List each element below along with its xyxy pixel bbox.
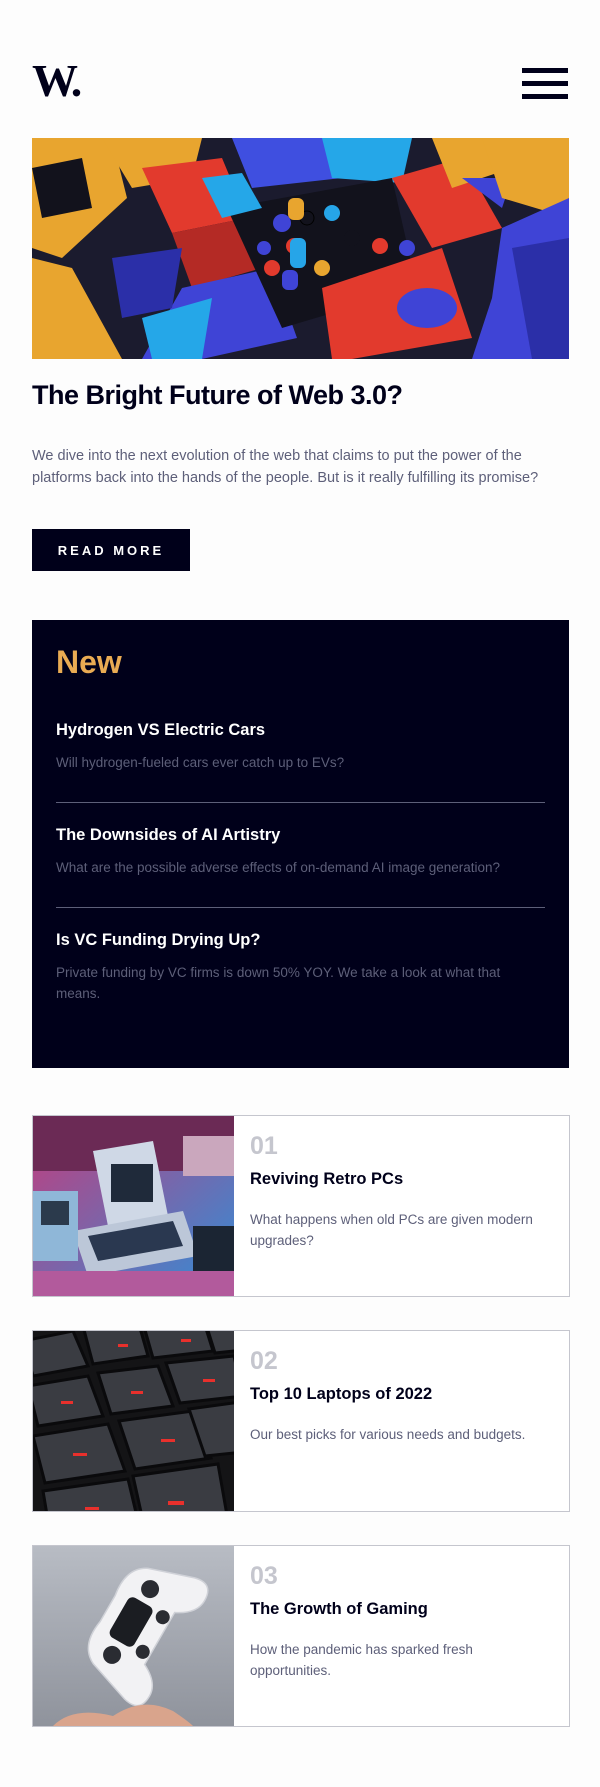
hamburger-menu-button[interactable] <box>522 68 568 100</box>
article-card[interactable]: 01 Reviving Retro PCs What happens when … <box>32 1115 570 1297</box>
new-section-heading: New <box>56 644 122 680</box>
hamburger-icon-bar <box>522 81 568 86</box>
new-item-description: Private funding by VC firms is down 50% … <box>56 965 501 1001</box>
divider <box>56 907 545 908</box>
new-item-title[interactable]: Is VC Funding Drying Up? <box>56 931 545 950</box>
hero-description: We dive into the next evolution of the w… <box>32 448 539 486</box>
svg-text:W.: W. <box>32 60 81 102</box>
article-card[interactable]: 02 Top 10 Laptops of 2022 Our best picks… <box>32 1330 570 1512</box>
hamburger-icon-bar <box>522 94 568 99</box>
divider <box>56 802 545 803</box>
article-number: 01 <box>250 1132 278 1160</box>
article-description: How the pandemic has sparked fresh oppor… <box>250 1642 473 1678</box>
page: W. The Bright Future of Web 3.0? We dive… <box>0 0 600 1787</box>
hero-image <box>32 138 569 359</box>
new-item-description: Will hydrogen-fueled cars ever catch up … <box>56 755 345 770</box>
article-title[interactable]: Top 10 Laptops of 2022 <box>250 1385 432 1404</box>
retro-pc-image <box>33 1116 234 1296</box>
new-item-description: What are the possible adverse effects of… <box>56 860 501 875</box>
site-header: W. <box>32 58 568 104</box>
hamburger-icon-bar <box>522 68 568 73</box>
new-articles-panel: New Hydrogen VS Electric Cars Will hydro… <box>32 620 569 1068</box>
read-more-button[interactable]: READ MORE <box>32 529 190 571</box>
game-controller-image <box>33 1546 234 1726</box>
new-item[interactable]: Is VC Funding Drying Up? Private funding… <box>56 931 545 1004</box>
new-item-title[interactable]: The Downsides of AI Artistry <box>56 826 545 845</box>
new-item-title[interactable]: Hydrogen VS Electric Cars <box>56 721 545 740</box>
article-number: 03 <box>250 1562 278 1590</box>
article-title[interactable]: Reviving Retro PCs <box>250 1170 403 1189</box>
article-title[interactable]: The Growth of Gaming <box>250 1600 428 1619</box>
hero-title: The Bright Future of Web 3.0? <box>32 380 403 410</box>
new-item[interactable]: Hydrogen VS Electric Cars Will hydrogen-… <box>56 721 545 773</box>
new-item[interactable]: The Downsides of AI Artistry What are th… <box>56 826 545 878</box>
logo[interactable]: W. <box>32 60 94 102</box>
article-number: 02 <box>250 1347 278 1375</box>
article-description: Our best picks for various needs and bud… <box>250 1427 526 1442</box>
laptop-keyboard-image <box>33 1331 234 1511</box>
article-card[interactable]: 03 The Growth of Gaming How the pandemic… <box>32 1545 570 1727</box>
article-description: What happens when old PCs are given mode… <box>250 1212 533 1248</box>
